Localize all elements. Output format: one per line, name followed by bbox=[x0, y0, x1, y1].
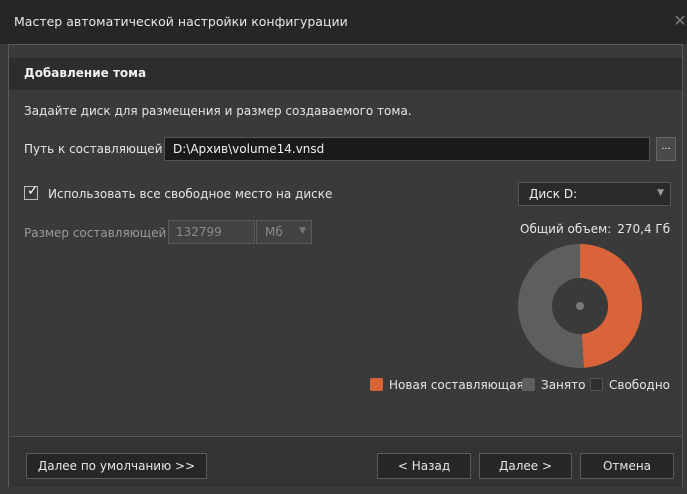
close-icon[interactable]: ✕ bbox=[673, 6, 687, 36]
unit-value: Мб bbox=[265, 225, 283, 239]
check-icon: ✓ bbox=[27, 183, 39, 199]
window-title: Мастер автоматической настройки конфигур… bbox=[14, 14, 348, 29]
path-label: Путь к составляющей: bbox=[24, 142, 167, 156]
section-header: Добавление тома bbox=[9, 58, 682, 90]
legend-new-label: Новая составляющая bbox=[389, 378, 524, 392]
total-label: Общий объем: bbox=[520, 222, 612, 236]
donut-center-dot bbox=[576, 302, 584, 310]
disk-select[interactable]: Диск D: ▼ bbox=[518, 182, 671, 206]
total-capacity: Общий объем: 270,4 Гб bbox=[520, 222, 670, 236]
title-bar: Мастер автоматической настройки конфигур… bbox=[0, 0, 687, 44]
cancel-button[interactable]: Отмена bbox=[580, 453, 674, 479]
back-button[interactable]: < Назад bbox=[377, 453, 471, 479]
size-input[interactable] bbox=[168, 220, 255, 244]
use-all-space-label[interactable]: Использовать все свободное место на диск… bbox=[48, 187, 332, 201]
disk-usage-chart bbox=[518, 244, 642, 368]
next-defaults-button[interactable]: Далее по умолчанию >> bbox=[26, 453, 207, 479]
size-label: Размер составляющей bbox=[24, 226, 167, 240]
unit-select[interactable]: Мб ▼ bbox=[256, 220, 312, 244]
chevron-down-icon: ▼ bbox=[299, 226, 306, 236]
total-value: 270,4 Гб bbox=[617, 222, 671, 236]
section-description: Задайте диск для размещения и размер соз… bbox=[24, 104, 412, 118]
legend-new-swatch bbox=[370, 378, 383, 391]
wizard-window: Мастер автоматической настройки конфигур… bbox=[0, 0, 687, 494]
legend-used-swatch bbox=[522, 378, 535, 391]
use-all-space-checkbox[interactable]: ✓ bbox=[24, 183, 39, 200]
path-input[interactable] bbox=[164, 137, 650, 161]
legend-used-label: Занято bbox=[541, 378, 586, 392]
disk-value: Диск D: bbox=[529, 187, 578, 201]
next-button[interactable]: Далее > bbox=[479, 453, 572, 479]
section-title: Добавление тома bbox=[24, 66, 147, 80]
legend-free-swatch bbox=[590, 378, 603, 391]
legend-free-label: Свободно bbox=[609, 378, 671, 392]
browse-button[interactable]: ... bbox=[656, 137, 676, 161]
chevron-down-icon: ▼ bbox=[657, 188, 664, 198]
